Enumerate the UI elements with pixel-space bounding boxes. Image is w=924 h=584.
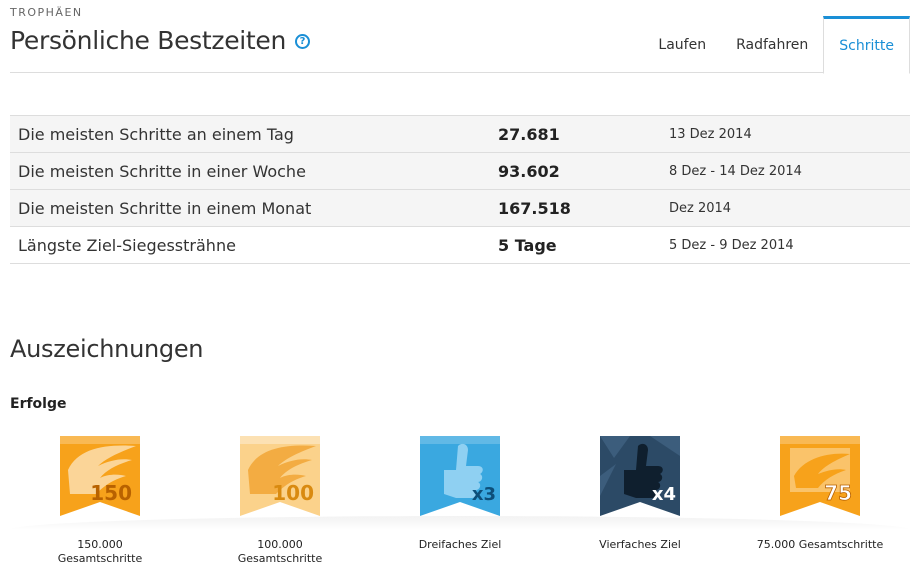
tab-schritte[interactable]: Schritte [823, 16, 910, 74]
wing-badge-icon: 150 [60, 436, 140, 516]
record-label: Die meisten Schritte in einer Woche [18, 161, 306, 181]
section-eyebrow: TROPHÄEN [10, 6, 83, 19]
table-row: Längste Ziel-Siegessträhne 5 Tage 5 Dez … [10, 227, 910, 264]
badge-label: Vierfaches Ziel [599, 538, 681, 551]
badge-number: x3 [472, 484, 496, 505]
achievements-subheading: Erfolge [10, 396, 67, 412]
badge-150000-steps[interactable]: 150 150.000 Gesamtschritte [15, 436, 185, 566]
tab-bar: Laufen Radfahren Schritte [643, 16, 910, 74]
record-value: 167.518 [498, 198, 571, 218]
awards-heading: Auszeichnungen [10, 335, 204, 363]
record-value: 27.681 [498, 124, 560, 144]
tab-radfahren[interactable]: Radfahren [721, 16, 823, 73]
page-title: Persönliche Bestzeiten [10, 26, 287, 55]
record-label: Die meisten Schritte in einem Monat [18, 198, 312, 218]
record-label: Die meisten Schritte an einem Tag [18, 124, 294, 144]
badge-100000-steps[interactable]: 100 100.000 Gesamtschritte [195, 436, 365, 566]
thumbs-up-badge-icon: x4 [600, 436, 680, 516]
badge-number: 150 [90, 481, 132, 505]
page-header: TROPHÄEN Persönliche Bestzeiten ? Laufen… [10, 0, 910, 74]
badge-label: Dreifaches Ziel [418, 538, 502, 551]
table-row: Die meisten Schritte in einem Monat 167.… [10, 190, 910, 227]
badge-number: x4 [652, 484, 676, 505]
badge-75000-steps[interactable]: 75 75.000 Gesamtschritte [735, 436, 905, 552]
record-date: 8 Dez - 14 Dez 2014 [669, 163, 802, 179]
records-table: Die meisten Schritte an einem Tag 27.681… [10, 115, 910, 264]
badge-triple-goal[interactable]: x3 Dreifaches Ziel [375, 436, 545, 552]
wing-badge-icon: 100 [240, 436, 320, 516]
badge-label: 150.000 Gesamtschritte [57, 538, 143, 565]
help-icon[interactable]: ? [295, 34, 311, 49]
record-date: 13 Dez 2014 [669, 126, 752, 142]
table-row: Die meisten Schritte in einer Woche 93.6… [10, 153, 910, 190]
badge-number: 75 [824, 481, 852, 505]
record-date: Dez 2014 [669, 200, 732, 216]
title-row: Persönliche Bestzeiten ? [10, 26, 311, 55]
record-value: 93.602 [498, 161, 560, 181]
wing-badge-icon: 75 [780, 436, 860, 516]
badge-label: 75.000 Gesamtschritte [756, 538, 884, 551]
record-value: 5 Tage [498, 235, 557, 255]
badge-label: 100.000 Gesamtschritte [237, 538, 323, 565]
badge-number: 100 [272, 481, 314, 505]
tab-laufen[interactable]: Laufen [643, 16, 721, 73]
badge-quadruple-goal[interactable]: x4 Vierfaches Ziel [555, 436, 725, 552]
thumbs-up-badge-icon: x3 [420, 436, 500, 516]
record-label: Längste Ziel-Siegessträhne [18, 235, 236, 255]
table-row: Die meisten Schritte an einem Tag 27.681… [10, 116, 910, 153]
record-date: 5 Dez - 9 Dez 2014 [669, 237, 794, 253]
